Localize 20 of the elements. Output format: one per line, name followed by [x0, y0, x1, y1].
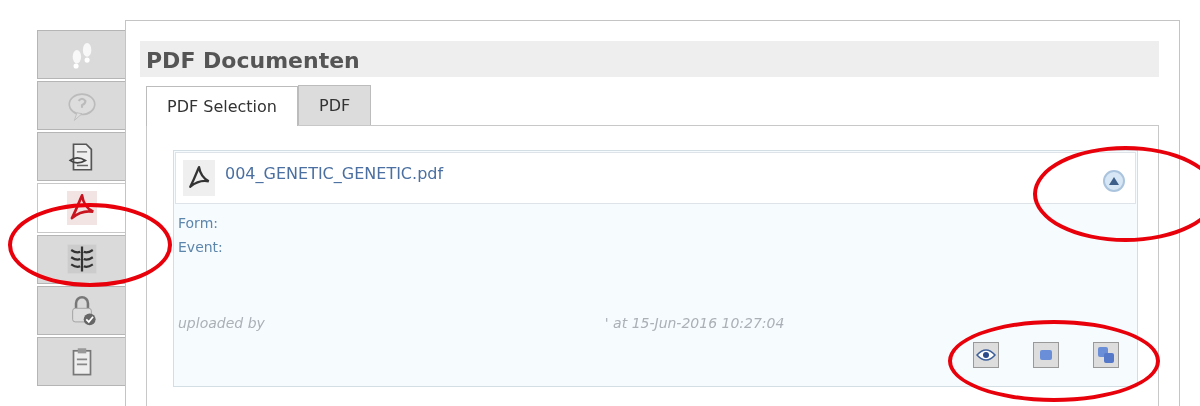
- caret-up-icon: [1109, 177, 1119, 185]
- view-button[interactable]: [973, 342, 999, 368]
- tab[interactable]: PDF Selection: [146, 86, 298, 126]
- pdf-icon: [183, 160, 215, 196]
- eye-icon: [976, 348, 996, 362]
- field-label: Event:: [178, 238, 223, 257]
- squares-icon: [1097, 346, 1115, 364]
- uploaded-by-text: uploaded by: [178, 315, 265, 331]
- square-icon: [1039, 348, 1053, 362]
- field-label: Form:: [178, 214, 218, 233]
- tab[interactable]: PDF: [298, 85, 372, 125]
- page-heading: PDF Documenten: [140, 41, 1159, 77]
- copy-button[interactable]: [1093, 342, 1119, 368]
- stop-button[interactable]: [1033, 342, 1059, 368]
- sidebar-item[interactable]: [37, 234, 125, 284]
- sidebar-item[interactable]: [37, 132, 125, 182]
- collapse-button[interactable]: [1103, 170, 1125, 192]
- file-link[interactable]: 004_GENETIC_GENETIC.pdf: [225, 163, 444, 183]
- upload-time-text: ' at 15-Jun-2016 10:27:04: [604, 315, 785, 331]
- sidebar-item[interactable]: [37, 183, 125, 233]
